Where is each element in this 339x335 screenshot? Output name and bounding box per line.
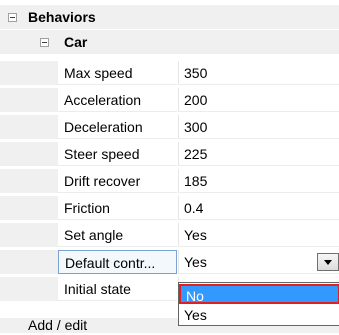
property-name: Initial state [58,277,177,301]
property-value-select[interactable]: Yes [178,250,339,274]
property-value[interactable]: 200 [178,88,339,112]
property-name: Drift recover [58,169,177,193]
collapse-icon[interactable] [40,38,49,47]
property-row-drift-recover[interactable]: Drift recover 185 [0,169,339,193]
property-value[interactable]: Yes [178,223,339,247]
property-row-steer-speed[interactable]: Steer speed 225 [0,142,339,166]
property-name: Max speed [58,61,177,85]
subcategory-car[interactable]: Car [0,30,339,54]
row-gutter [0,223,58,247]
property-row-default-controls[interactable]: Default contr... Yes [0,250,339,274]
row-gutter [0,61,58,85]
property-name: Friction [58,196,177,220]
category-label: Behaviors [28,9,96,25]
row-gutter [0,115,58,139]
property-value[interactable]: 300 [178,115,339,139]
dropdown-option-yes[interactable]: Yes [179,305,339,325]
property-name: Acceleration [58,88,177,112]
property-value[interactable]: 350 [178,61,339,85]
property-name: Steer speed [58,142,177,166]
property-row-max-speed[interactable]: Max speed 350 [0,61,339,85]
property-row-friction[interactable]: Friction 0.4 [0,196,339,220]
row-gutter [0,142,58,166]
property-value[interactable]: 0.4 [178,196,339,220]
row-gutter [0,277,58,301]
category-behaviors[interactable]: Behaviors [0,5,339,29]
property-value[interactable]: 225 [178,142,339,166]
dropdown-option-no[interactable]: No [179,284,339,304]
subcategory-label: Car [64,34,88,50]
row-gutter [0,196,58,220]
property-grid: Behaviors Car Max speed 350 Acceleration… [0,0,339,333]
dropdown-list: No Yes [178,282,339,326]
row-gutter [0,88,58,112]
property-name: Set angle [58,223,177,247]
collapse-icon[interactable] [8,13,17,22]
property-row-deceleration[interactable]: Deceleration 300 [0,115,339,139]
row-gutter [0,169,58,193]
property-row-acceleration[interactable]: Acceleration 200 [0,88,339,112]
property-value[interactable]: 185 [178,169,339,193]
add-edit-label[interactable]: Add / edit [28,315,87,335]
row-gutter [0,250,58,274]
property-name: Deceleration [58,115,177,139]
property-name: Default contr... [58,250,177,274]
property-row-set-angle[interactable]: Set angle Yes [0,223,339,247]
dropdown-arrow-button[interactable] [317,253,339,271]
